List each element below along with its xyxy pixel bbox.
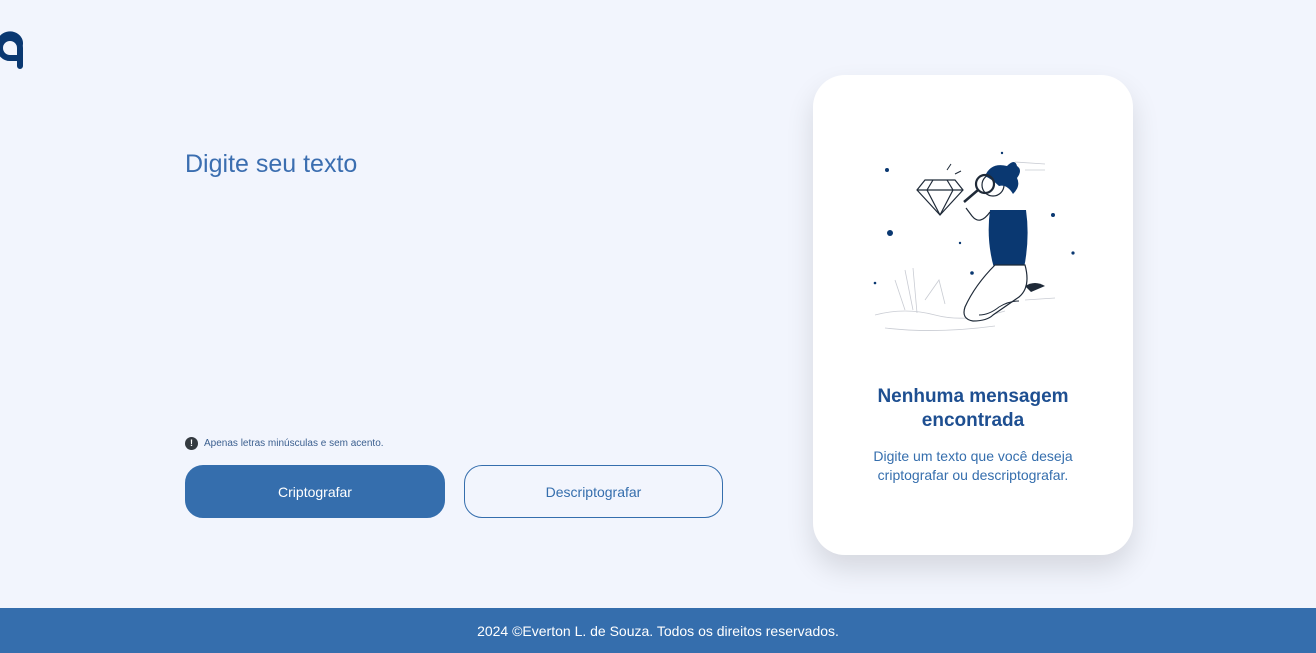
- alura-logo-icon: [0, 31, 23, 69]
- output-card: Nenhuma mensagem encontrada Digite um te…: [813, 75, 1133, 555]
- text-input[interactable]: [185, 150, 725, 420]
- empty-message-description: Digite um texto que você deseja criptogr…: [873, 448, 1073, 483]
- exclamation-icon: !: [185, 437, 198, 450]
- person-with-magnifying-glass-illustration: [873, 151, 1075, 331]
- hint-text: Apenas letras minúsculas e sem acento.: [204, 438, 384, 449]
- decrypt-button[interactable]: Descriptografar: [464, 465, 723, 518]
- empty-message-title: Nenhuma mensagem encontrada: [877, 386, 1069, 431]
- hint-message: ! Apenas letras minúsculas e sem acento.: [185, 437, 384, 450]
- encrypt-button[interactable]: Criptografar: [185, 465, 445, 518]
- input-section: ! Apenas letras minúsculas e sem acento.…: [185, 0, 725, 600]
- footer: 2024 ©Everton L. de Souza. Todos os dire…: [0, 608, 1316, 653]
- footer-copyright: 2024 ©Everton L. de Souza. Todos os dire…: [477, 622, 839, 639]
